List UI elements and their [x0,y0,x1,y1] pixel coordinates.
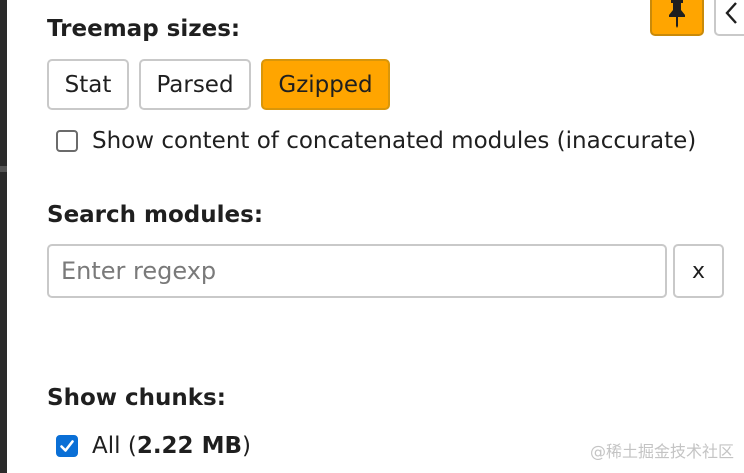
treemap-sizes-heading: Treemap sizes: [47,16,241,42]
size-option-stat-button[interactable]: Stat [47,59,129,110]
search-modules-heading: Search modules: [47,202,264,228]
show-concatenated-modules-label: Show content of concatenated modules (in… [92,128,697,154]
pin-icon [666,0,688,32]
show-concatenated-modules-option[interactable]: Show content of concatenated modules (in… [56,128,696,154]
chevron-left-icon [724,1,738,29]
size-option-parsed-button[interactable]: Parsed [139,59,251,110]
watermark-text: @稀土掘金技术社区 [590,442,735,461]
chunk-all-label: All (2.22 MB) [92,433,251,459]
pin-button[interactable] [650,0,704,36]
size-option-gzipped-button[interactable]: Gzipped [261,59,390,110]
collapse-sidebar-button[interactable] [714,0,744,36]
checkmark-icon [60,440,74,452]
show-concatenated-modules-checkbox[interactable] [56,130,78,152]
chunk-all-option[interactable]: All (2.22 MB) [56,433,251,459]
chunk-all-prefix: All ( [92,433,137,459]
clear-search-button[interactable]: x [673,244,724,298]
show-chunks-heading: Show chunks: [47,385,226,411]
chunk-all-size: 2.22 MB [136,433,242,459]
chunk-all-suffix: ) [242,433,251,459]
window-edge-divider [0,166,7,172]
chunk-all-checkbox[interactable] [56,435,78,457]
window-left-edge [0,0,7,473]
search-modules-input[interactable] [47,244,667,298]
